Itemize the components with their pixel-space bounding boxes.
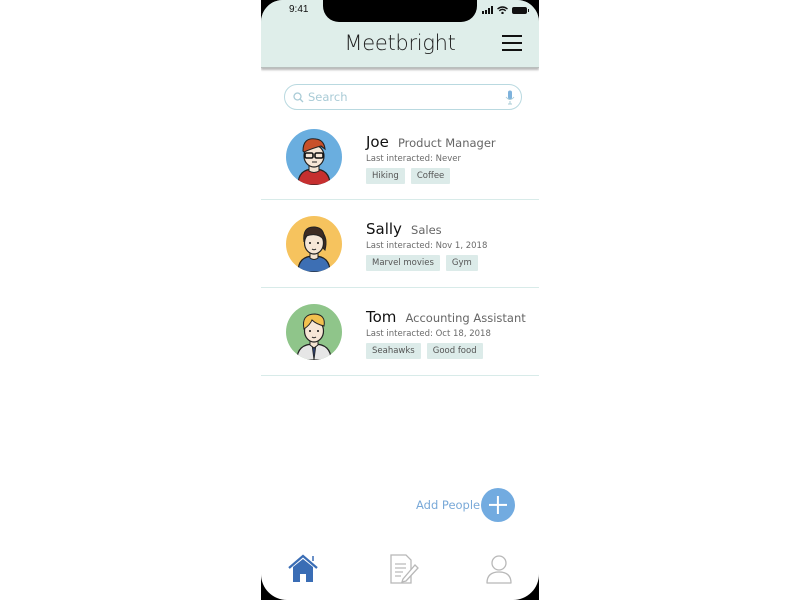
avatar-sally	[286, 216, 342, 272]
add-people-label[interactable]: Add People	[416, 498, 480, 512]
interest-tag[interactable]: Good food	[426, 343, 483, 359]
wifi-icon	[497, 6, 508, 14]
contact-role: Accounting Assistant	[405, 311, 526, 325]
status-time: 9:41	[289, 4, 309, 15]
microphone-icon[interactable]	[505, 90, 515, 105]
contact-role: Product Manager	[397, 136, 496, 150]
avatar-joe	[286, 129, 342, 185]
interest-tag[interactable]: Gym	[445, 255, 478, 271]
contact-list-item[interactable]: Joe Product Manager Last interacted: Nev…	[261, 112, 539, 200]
phone-frame: 9:41 Meetbright Search Joe Product Manag…	[261, 0, 539, 600]
contact-name: Joe	[366, 133, 389, 151]
interest-tag[interactable]: Seahawks	[366, 343, 421, 359]
interest-tags: Seahawks Good food	[366, 343, 526, 359]
search-bar	[284, 84, 522, 110]
nav-home[interactable]	[287, 553, 319, 585]
contact-name: Tom	[366, 308, 397, 326]
contact-name: Sally	[366, 220, 402, 238]
contact-info: Sally Sales Last interacted: Nov 1, 2018…	[366, 219, 487, 271]
last-interacted: Last interacted: Never	[366, 154, 461, 164]
interest-tag[interactable]: Marvel movies	[366, 255, 440, 271]
profile-icon	[486, 555, 512, 584]
app-header: 9:41 Meetbright	[261, 0, 539, 68]
status-icons	[482, 6, 529, 14]
app-screen: 9:41 Meetbright Search Joe Product Manag…	[261, 0, 539, 600]
interest-tag[interactable]: Coffee	[410, 168, 451, 184]
device-notch	[323, 0, 477, 22]
contact-list-item[interactable]: Tom Accounting Assistant Last interacted…	[261, 288, 539, 376]
contact-info: Joe Product Manager Last interacted: Nev…	[366, 132, 496, 184]
nav-profile[interactable]	[483, 553, 515, 585]
last-interacted: Last interacted: Nov 1, 2018	[366, 241, 488, 251]
contact-list-item[interactable]: Sally Sales Last interacted: Nov 1, 2018…	[261, 200, 539, 288]
hamburger-menu-icon[interactable]	[502, 35, 522, 52]
app-logo: Meetbright	[344, 31, 456, 55]
search-input[interactable]	[304, 90, 521, 104]
signal-icon	[482, 6, 493, 14]
contact-info: Tom Accounting Assistant Last interacted…	[366, 307, 526, 359]
last-interacted: Last interacted: Oct 18, 2018	[366, 329, 491, 339]
battery-icon	[512, 6, 529, 14]
interest-tags: Hiking Coffee	[366, 168, 496, 184]
notes-icon	[390, 554, 419, 584]
interest-tags: Marvel movies Gym	[366, 255, 487, 271]
home-icon	[288, 554, 318, 582]
nav-notes[interactable]	[388, 553, 420, 585]
interest-tag[interactable]: Hiking	[366, 168, 405, 184]
add-people-button[interactable]	[481, 488, 515, 522]
contact-role: Sales	[411, 223, 442, 237]
search-icon	[293, 91, 304, 102]
avatar-tom	[286, 304, 342, 360]
